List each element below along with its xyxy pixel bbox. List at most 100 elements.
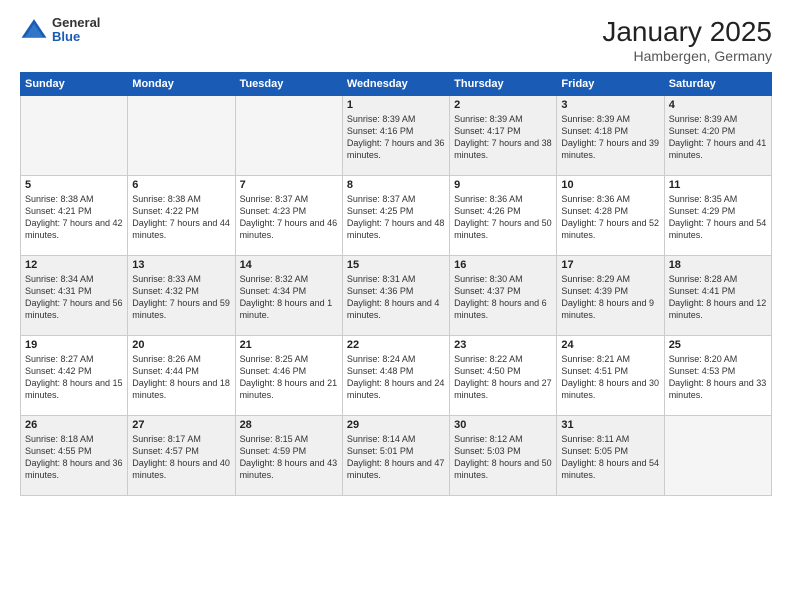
- table-row: 4 Sunrise: 8:39 AM Sunset: 4:20 PM Daylig…: [664, 96, 771, 176]
- day-number: 15: [347, 259, 445, 271]
- day-details: Sunrise: 8:18 AM Sunset: 4:55 PM Dayligh…: [25, 433, 123, 482]
- col-monday: Monday: [128, 73, 235, 96]
- table-row: 13 Sunrise: 8:33 AM Sunset: 4:32 PM Dayli…: [128, 256, 235, 336]
- table-row: 20 Sunrise: 8:26 AM Sunset: 4:44 PM Dayli…: [128, 336, 235, 416]
- day-details: Sunrise: 8:22 AM Sunset: 4:50 PM Dayligh…: [454, 353, 552, 402]
- day-number: 27: [132, 419, 230, 431]
- day-details: Sunrise: 8:20 AM Sunset: 4:53 PM Dayligh…: [669, 353, 767, 402]
- day-number: 9: [454, 179, 552, 191]
- table-row: 12 Sunrise: 8:34 AM Sunset: 4:31 PM Dayli…: [21, 256, 128, 336]
- table-row: 23 Sunrise: 8:22 AM Sunset: 4:50 PM Dayli…: [450, 336, 557, 416]
- day-number: 12: [25, 259, 123, 271]
- day-number: 11: [669, 179, 767, 191]
- day-details: Sunrise: 8:38 AM Sunset: 4:21 PM Dayligh…: [25, 193, 123, 242]
- col-saturday: Saturday: [664, 73, 771, 96]
- col-friday: Friday: [557, 73, 664, 96]
- table-row: 11 Sunrise: 8:35 AM Sunset: 4:29 PM Dayli…: [664, 176, 771, 256]
- day-number: 31: [561, 419, 659, 431]
- logo: General Blue: [20, 16, 100, 45]
- day-details: Sunrise: 8:26 AM Sunset: 4:44 PM Dayligh…: [132, 353, 230, 402]
- day-details: Sunrise: 8:39 AM Sunset: 4:17 PM Dayligh…: [454, 113, 552, 162]
- day-details: Sunrise: 8:29 AM Sunset: 4:39 PM Dayligh…: [561, 273, 659, 322]
- table-row: 24Sunrise: 8:21 AM Sunset: 4:51 PM Dayli…: [557, 336, 664, 416]
- col-tuesday: Tuesday: [235, 73, 342, 96]
- table-row: 7 Sunrise: 8:37 AM Sunset: 4:23 PM Daylig…: [235, 176, 342, 256]
- calendar-week-row: 26 Sunrise: 8:18 AM Sunset: 4:55 PM Dayli…: [21, 416, 772, 496]
- day-number: 18: [669, 259, 767, 271]
- day-details: Sunrise: 8:37 AM Sunset: 4:23 PM Dayligh…: [240, 193, 338, 242]
- day-details: Sunrise: 8:37 AM Sunset: 4:25 PM Dayligh…: [347, 193, 445, 242]
- logo-icon: [20, 16, 48, 44]
- table-row: 14 Sunrise: 8:32 AM Sunset: 4:34 PM Dayli…: [235, 256, 342, 336]
- day-details: Sunrise: 8:36 AM Sunset: 4:28 PM Dayligh…: [561, 193, 659, 242]
- table-row: 30Sunrise: 8:12 AM Sunset: 5:03 PM Dayli…: [450, 416, 557, 496]
- day-number: 3: [561, 99, 659, 111]
- table-row: 28Sunrise: 8:15 AM Sunset: 4:59 PM Dayli…: [235, 416, 342, 496]
- day-details: Sunrise: 8:27 AM Sunset: 4:42 PM Dayligh…: [25, 353, 123, 402]
- table-row: 6 Sunrise: 8:38 AM Sunset: 4:22 PM Daylig…: [128, 176, 235, 256]
- day-number: 4: [669, 99, 767, 111]
- day-number: 25: [669, 339, 767, 351]
- day-number: 21: [240, 339, 338, 351]
- table-row: 18Sunrise: 8:28 AM Sunset: 4:41 PM Dayli…: [664, 256, 771, 336]
- day-details: Sunrise: 8:39 AM Sunset: 4:20 PM Dayligh…: [669, 113, 767, 162]
- day-number: 6: [132, 179, 230, 191]
- day-number: 2: [454, 99, 552, 111]
- col-wednesday: Wednesday: [342, 73, 449, 96]
- table-row: [128, 96, 235, 176]
- day-details: Sunrise: 8:35 AM Sunset: 4:29 PM Dayligh…: [669, 193, 767, 242]
- day-details: Sunrise: 8:32 AM Sunset: 4:34 PM Dayligh…: [240, 273, 338, 322]
- day-details: Sunrise: 8:24 AM Sunset: 4:48 PM Dayligh…: [347, 353, 445, 402]
- day-number: 26: [25, 419, 123, 431]
- col-thursday: Thursday: [450, 73, 557, 96]
- day-details: Sunrise: 8:14 AM Sunset: 5:01 PM Dayligh…: [347, 433, 445, 482]
- table-row: 21 Sunrise: 8:25 AM Sunset: 4:46 PM Dayli…: [235, 336, 342, 416]
- day-details: Sunrise: 8:36 AM Sunset: 4:26 PM Dayligh…: [454, 193, 552, 242]
- day-number: 8: [347, 179, 445, 191]
- day-number: 14: [240, 259, 338, 271]
- table-row: 9 Sunrise: 8:36 AM Sunset: 4:26 PM Daylig…: [450, 176, 557, 256]
- day-details: Sunrise: 8:15 AM Sunset: 4:59 PM Dayligh…: [240, 433, 338, 482]
- day-details: Sunrise: 8:39 AM Sunset: 4:18 PM Dayligh…: [561, 113, 659, 162]
- table-row: 25 Sunrise: 8:20 AM Sunset: 4:53 PM Dayli…: [664, 336, 771, 416]
- table-row: [235, 96, 342, 176]
- logo-general-text: General: [52, 16, 100, 30]
- day-number: 19: [25, 339, 123, 351]
- table-row: 8 Sunrise: 8:37 AM Sunset: 4:25 PM Daylig…: [342, 176, 449, 256]
- table-row: 27 Sunrise: 8:17 AM Sunset: 4:57 PM Dayli…: [128, 416, 235, 496]
- location: Hambergen, Germany: [602, 48, 772, 64]
- day-details: Sunrise: 8:17 AM Sunset: 4:57 PM Dayligh…: [132, 433, 230, 482]
- logo-text: General Blue: [52, 16, 100, 45]
- day-number: 17: [561, 259, 659, 271]
- table-row: 2 Sunrise: 8:39 AM Sunset: 4:17 PM Daylig…: [450, 96, 557, 176]
- day-number: 24: [561, 339, 659, 351]
- day-details: Sunrise: 8:33 AM Sunset: 4:32 PM Dayligh…: [132, 273, 230, 322]
- day-number: 7: [240, 179, 338, 191]
- day-number: 22: [347, 339, 445, 351]
- calendar-week-row: 1Sunrise: 8:39 AM Sunset: 4:16 PM Daylig…: [21, 96, 772, 176]
- calendar-week-row: 19 Sunrise: 8:27 AM Sunset: 4:42 PM Dayli…: [21, 336, 772, 416]
- day-number: 30: [454, 419, 552, 431]
- logo-blue-text: Blue: [52, 30, 100, 44]
- month-title: January 2025: [602, 16, 772, 48]
- day-details: Sunrise: 8:11 AM Sunset: 5:05 PM Dayligh…: [561, 433, 659, 482]
- table-row: 5 Sunrise: 8:38 AM Sunset: 4:21 PM Daylig…: [21, 176, 128, 256]
- table-row: [21, 96, 128, 176]
- day-number: 23: [454, 339, 552, 351]
- day-number: 20: [132, 339, 230, 351]
- day-number: 13: [132, 259, 230, 271]
- day-details: Sunrise: 8:25 AM Sunset: 4:46 PM Dayligh…: [240, 353, 338, 402]
- day-number: 16: [454, 259, 552, 271]
- table-row: 29Sunrise: 8:14 AM Sunset: 5:01 PM Dayli…: [342, 416, 449, 496]
- title-block: January 2025 Hambergen, Germany: [602, 16, 772, 64]
- table-row: 15 Sunrise: 8:31 AM Sunset: 4:36 PM Dayli…: [342, 256, 449, 336]
- day-details: Sunrise: 8:39 AM Sunset: 4:16 PM Dayligh…: [347, 113, 445, 162]
- day-details: Sunrise: 8:34 AM Sunset: 4:31 PM Dayligh…: [25, 273, 123, 322]
- day-details: Sunrise: 8:38 AM Sunset: 4:22 PM Dayligh…: [132, 193, 230, 242]
- day-details: Sunrise: 8:31 AM Sunset: 4:36 PM Dayligh…: [347, 273, 445, 322]
- page: General Blue January 2025 Hambergen, Ger…: [0, 0, 792, 612]
- day-number: 5: [25, 179, 123, 191]
- day-details: Sunrise: 8:30 AM Sunset: 4:37 PM Dayligh…: [454, 273, 552, 322]
- table-row: 17 Sunrise: 8:29 AM Sunset: 4:39 PM Dayli…: [557, 256, 664, 336]
- table-row: 16 Sunrise: 8:30 AM Sunset: 4:37 PM Dayli…: [450, 256, 557, 336]
